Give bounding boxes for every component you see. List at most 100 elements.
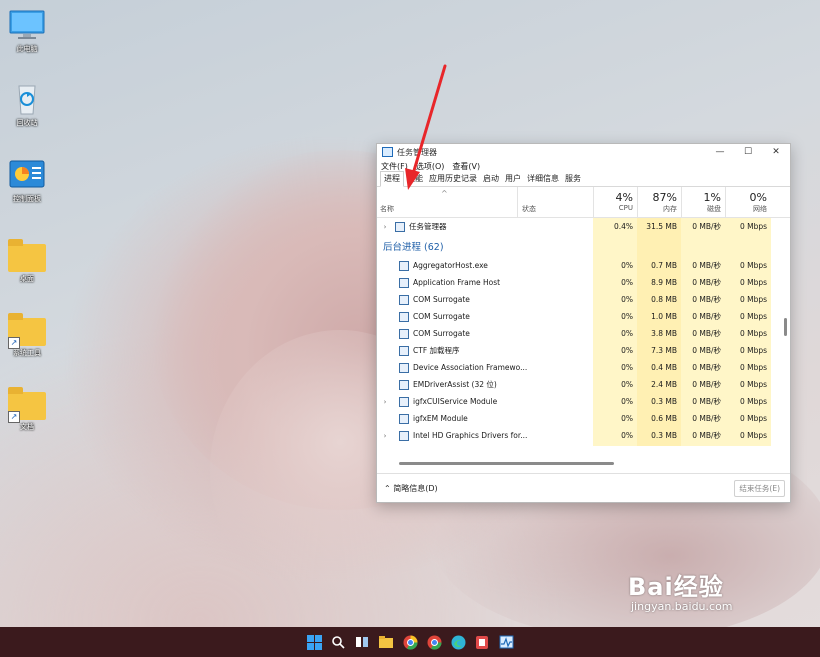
desktop-icon-this-pc[interactable]: 此电脑 [6,8,48,54]
file-explorer-button[interactable] [377,633,395,651]
column-disk[interactable]: 1% 磁盘 [681,191,721,214]
network-cell: 0 Mbps [725,257,771,274]
table-row[interactable]: COM Surrogate 0% 1.0 MB 0 MB/秒 0 Mbps [377,308,790,325]
memory-cell: 2.4 MB [637,376,681,393]
footer-bar: ⌃ 简略信息(D) 结束任务(E) [377,473,790,502]
browser-button[interactable] [401,633,419,651]
table-row[interactable]: CTF 加载程序 0% 7.3 MB 0 MB/秒 0 Mbps [377,342,790,359]
network-cell: 0 Mbps [725,291,771,308]
expand-chevron-icon[interactable]: › [380,432,390,440]
horizontal-scrollbar[interactable] [399,462,614,465]
shortcut-arrow-icon: ↗ [8,411,20,423]
process-icon [399,413,409,424]
desktop-icon-documents[interactable]: ↗ 文档 [6,386,48,432]
table-row[interactable]: COM Surrogate 0% 3.8 MB 0 MB/秒 0 Mbps [377,325,790,342]
browser-button[interactable] [425,633,443,651]
process-name: CTF 加载程序 [413,346,460,355]
cpu-cell: 0% [593,342,637,359]
group-title: 后台进程 (62) [383,242,444,253]
table-row[interactable]: › igfxCUIService Module 0% 0.3 MB 0 MB/秒 0 Mb… [377,393,790,410]
network-label: 网络 [753,205,767,213]
desktop-icon-control-panel[interactable]: 控制面板 [6,158,48,204]
fewer-details-button[interactable]: ⌃ 简略信息(D) [384,483,438,494]
browser-icon [403,635,418,650]
network-cell: 0 Mbps [725,359,771,376]
tab-details[interactable]: 详细信息 [524,173,562,186]
memory-cell: 0.3 MB [637,427,681,444]
cpu-cell: 0% [593,325,637,342]
maximize-button[interactable]: ☐ [734,144,762,160]
desktop-icon-desktop-folder[interactable]: 桌面 [6,238,48,284]
table-row[interactable]: igfxEM Module 0% 0.6 MB 0 MB/秒 0 Mbps [377,410,790,427]
disk-cell: 0 MB/秒 [681,410,725,427]
desktop-icon-label: 文档 [20,423,34,431]
column-name[interactable]: 名称 [380,204,394,214]
process-icon [399,328,409,339]
desktop-icon-system-tools[interactable]: ↗ 系统工具 [6,312,48,358]
end-task-button[interactable]: 结束任务(E) [734,480,785,497]
task-manager-icon [499,635,513,649]
network-cell: 0 Mbps [725,308,771,325]
column-cpu[interactable]: 4% CPU [593,191,633,212]
cpu-cell: 0% [593,308,637,325]
edge-button[interactable] [449,633,467,651]
network-cell: 0 Mbps [725,444,771,446]
process-list: › 任务管理器 0.4% 31.5 MB 0 MB/秒 0 Mbps 后台进程 … [377,218,790,446]
table-row[interactable]: AggregatorHost.exe 0% 0.7 MB 0 MB/秒 0 Mbps [377,257,790,274]
expand-chevron-icon[interactable]: › [380,223,390,231]
desktop-icon-recycle-bin[interactable]: 回收站 [6,82,48,128]
table-row[interactable]: Application Frame Host 0% 8.9 MB 0 MB/秒 0 Mb… [377,274,790,291]
expand-chevron-icon[interactable]: › [380,398,390,406]
cpu-cell: 0% [593,257,637,274]
disk-cell: 0 MB/秒 [681,444,725,446]
close-button[interactable]: ✕ [762,144,790,160]
task-view-button[interactable] [353,633,371,651]
table-row[interactable]: › Intel HD Graphics Drivers for... 0% 0.3 M… [377,427,790,444]
search-button[interactable] [329,633,347,651]
windows-logo-icon [306,634,322,650]
cpu-cell: 0% [593,410,637,427]
table-row[interactable]: ›Intel(R) Dynamic Application ...0%0.1 M… [377,444,790,446]
desktop-icon-label: 系统工具 [13,349,41,357]
table-row[interactable]: COM Surrogate 0% 0.8 MB 0 MB/秒 0 Mbps [377,291,790,308]
memory-cell: 1.0 MB [637,308,681,325]
memory-cell: 3.8 MB [637,325,681,342]
table-row-app[interactable]: › 任务管理器 0.4% 31.5 MB 0 MB/秒 0 Mbps [377,218,790,235]
table-row[interactable]: Device Association Framewo... 0% 0.4 MB 0 M… [377,359,790,376]
start-button[interactable] [305,633,323,651]
cpu-cell: 0.4% [593,218,637,235]
table-row[interactable]: EMDriverAssist (32 位) 0% 2.4 MB 0 MB/秒 0 Mbp… [377,376,790,393]
cpu-cell: 0% [593,359,637,376]
app-button[interactable] [473,633,491,651]
process-icon [399,430,409,441]
column-status[interactable]: 状态 [522,204,536,214]
tab-services[interactable]: 服务 [562,173,584,186]
memory-cell: 0.1 MB [637,444,681,446]
task-manager-window: 任务管理器 — ☐ ✕ 文件(F) 选项(O) 查看(V) 进程 性能 应用历史… [376,143,791,503]
tab-startup[interactable]: 启动 [480,173,502,186]
column-network[interactable]: 0% 网络 [725,191,767,214]
vertical-scrollbar[interactable] [784,318,787,336]
network-cell: 0 Mbps [725,274,771,291]
disk-cell: 0 MB/秒 [681,393,725,410]
tab-users[interactable]: 用户 [502,173,524,186]
memory-cell: 0.3 MB [637,393,681,410]
memory-cell: 31.5 MB [637,218,681,235]
annotation-arrow [405,64,447,190]
minimize-button[interactable]: — [706,144,734,160]
disk-total: 1% [703,191,721,204]
process-name: igfxCUIService Module [413,397,498,406]
disk-cell: 0 MB/秒 [681,257,725,274]
cpu-label: CPU [618,204,633,212]
disk-cell: 0 MB/秒 [681,308,725,325]
task-manager-taskbar-button[interactable] [497,633,515,651]
disk-cell: 0 MB/秒 [681,342,725,359]
process-icon [399,396,409,407]
column-memory[interactable]: 87% 内存 [637,191,677,214]
cpu-total: 4% [615,191,633,204]
process-name: EMDriverAssist (32 位) [413,380,497,389]
memory-label: 内存 [663,205,677,213]
process-icon [395,221,405,232]
watermark-brand: Bai经验 [628,573,724,601]
process-icon [399,277,409,288]
